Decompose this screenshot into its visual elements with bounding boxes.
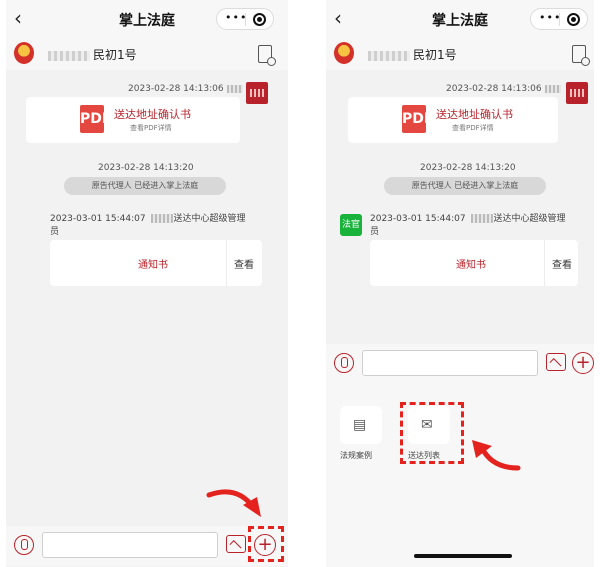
nav-bar: ‹ 掌上法庭 ••• xyxy=(326,0,594,38)
pdf-title: 送达地址确认书 xyxy=(436,108,513,121)
image-icon[interactable] xyxy=(226,535,246,553)
book-icon: ▤ xyxy=(353,417,367,433)
mini-program-capsule[interactable]: ••• xyxy=(216,8,274,30)
mini-program-capsule[interactable]: ••• xyxy=(530,8,588,30)
pdf-icon: PDF xyxy=(402,105,433,133)
pdf-message-card[interactable]: PDF 送达地址确认书 查看PDF详情 xyxy=(26,97,240,143)
panel-item-law-cases[interactable]: ▤ xyxy=(340,406,382,444)
chat-input-bar: + xyxy=(6,526,288,566)
right-phone-screen: ‹ 掌上法庭 ••• 民初1号 2023-02-28 14:13:06 PDF … xyxy=(326,0,594,567)
message-timestamp: 2023-02-28 14:13:20 xyxy=(420,163,516,173)
view-button[interactable]: 查看 xyxy=(234,256,254,271)
notice-card[interactable]: 通知书 查看 xyxy=(370,240,578,286)
system-notice: 原告代理人 已经进入掌上法庭 xyxy=(384,177,546,195)
sender-avatar xyxy=(566,82,588,104)
close-miniprogram-icon[interactable] xyxy=(567,13,580,26)
notice-sender: 2023-03-01 15:44:07 送达中心超级管理员 xyxy=(50,214,246,237)
chat-input-bar: + xyxy=(326,344,594,384)
home-indicator xyxy=(414,554,512,558)
hint-arrow-icon xyxy=(206,489,261,517)
voice-icon[interactable] xyxy=(14,535,34,555)
image-icon[interactable] xyxy=(546,353,566,371)
case-file-search-icon[interactable] xyxy=(258,45,276,66)
nav-bar: ‹ 掌上法庭 ••• xyxy=(6,0,288,38)
court-emblem-icon xyxy=(334,42,354,64)
message-timestamp: 2023-02-28 14:13:20 xyxy=(98,163,194,173)
highlight-box xyxy=(248,526,284,562)
view-button[interactable]: 查看 xyxy=(552,256,572,271)
notice-title: 通知书 xyxy=(138,260,168,271)
plus-button[interactable]: + xyxy=(572,352,594,374)
case-header: 民初1号 xyxy=(6,38,288,70)
system-notice: 原告代理人 已经进入掌上法庭 xyxy=(64,177,226,195)
case-number: 民初1号 xyxy=(48,46,137,63)
pdf-subtitle: 查看PDF详情 xyxy=(130,124,172,132)
left-phone-screen: ‹ 掌上法庭 ••• 民初1号 2023-02-28 14:13:06 PDF … xyxy=(6,0,288,567)
message-input[interactable] xyxy=(362,350,538,376)
highlight-box xyxy=(400,402,464,464)
voice-icon[interactable] xyxy=(334,353,354,373)
message-timestamp: 2023-02-28 14:13:06 xyxy=(446,84,561,94)
case-file-search-icon[interactable] xyxy=(572,45,590,66)
close-miniprogram-icon[interactable] xyxy=(253,13,266,26)
notice-card[interactable]: 通知书 查看 xyxy=(50,240,262,286)
notice-sender: 2023-03-01 15:44:07 送达中心超级管理员 xyxy=(370,214,566,237)
pdf-icon: PDF xyxy=(80,105,111,133)
pdf-title: 送达地址确认书 xyxy=(114,108,191,121)
more-functions-panel: ▤ 法规案例 ✉ 送达列表 xyxy=(326,380,594,567)
court-emblem-icon xyxy=(14,42,34,64)
message-timestamp: 2023-02-28 14:13:06 xyxy=(128,84,243,94)
judge-badge: 法官 xyxy=(340,214,362,236)
case-header: 民初1号 xyxy=(326,38,594,70)
notice-title: 通知书 xyxy=(456,260,486,271)
hint-arrow-icon xyxy=(472,440,521,471)
sender-avatar xyxy=(246,82,268,104)
message-input[interactable] xyxy=(42,532,218,558)
pdf-message-card[interactable]: PDF 送达地址确认书 查看PDF详情 xyxy=(348,97,558,143)
panel-item-label: 法规案例 xyxy=(340,451,372,460)
case-number: 民初1号 xyxy=(368,46,457,63)
pdf-subtitle: 查看PDF详情 xyxy=(452,124,494,132)
